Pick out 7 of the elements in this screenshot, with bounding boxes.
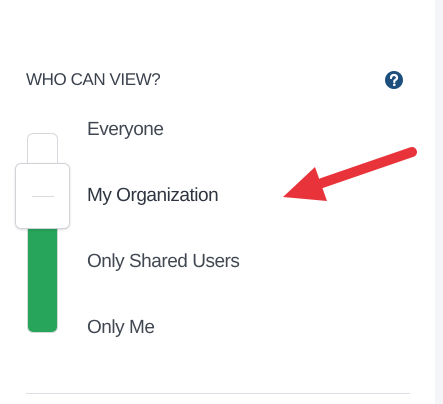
option-label[interactable]: My Organization <box>87 182 218 210</box>
slider-thumb[interactable] <box>15 163 70 229</box>
option-label[interactable]: Only Me <box>87 314 154 342</box>
section-title: WHO CAN VIEW? <box>26 69 160 92</box>
option-label[interactable]: Everyone <box>87 116 164 144</box>
help-icon[interactable] <box>385 71 403 89</box>
option-label[interactable]: Only Shared Users <box>87 248 240 276</box>
